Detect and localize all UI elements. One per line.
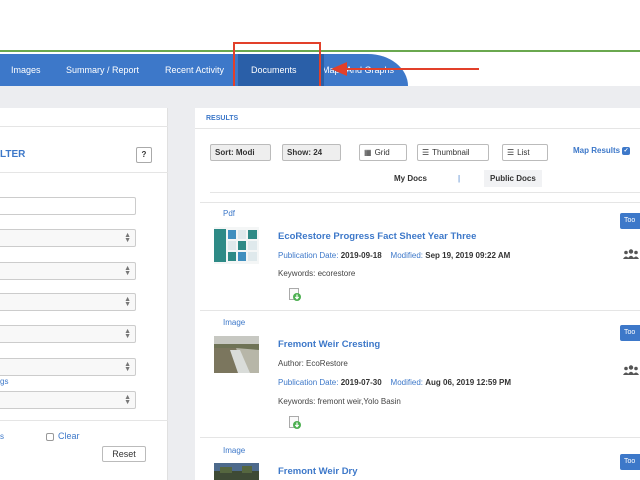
download-icon[interactable]: [289, 416, 301, 429]
grid-label: Grid: [374, 148, 390, 157]
factsheet-thumbnail-image: [214, 227, 259, 264]
result-tag-button[interactable]: Too: [620, 325, 640, 341]
result-author: Author: EcoRestore: [278, 359, 348, 368]
tab-public-docs[interactable]: Public Docs: [484, 170, 542, 187]
list-label: List: [517, 148, 530, 157]
show-select[interactable]: Show: 24: [282, 144, 341, 161]
filter-select-6[interactable]: ▲ ▼: [0, 391, 136, 409]
divider: [0, 420, 168, 421]
publication-date-label: Publication Date:: [278, 251, 339, 260]
map-results-toggle[interactable]: Map Results ✓: [573, 146, 631, 155]
filter-search-input[interactable]: [0, 197, 136, 215]
list-icon: ☰: [507, 148, 515, 157]
results-header: RESULTS: [206, 115, 239, 122]
modified-label: Modified:: [390, 378, 423, 387]
modified-label: Modified:: [390, 251, 423, 260]
divider: [0, 126, 168, 127]
filter-select-1[interactable]: ▲ ▼: [0, 229, 136, 247]
divider: [0, 172, 168, 173]
weir-dry-image: [214, 463, 259, 480]
select-arrows-icon: ▲ ▼: [124, 394, 131, 406]
result-type: Image: [223, 318, 246, 327]
clear-checkbox[interactable]: [46, 433, 54, 441]
select-arrows-icon: ▲ ▼: [124, 361, 131, 373]
filter-link[interactable]: gs: [0, 377, 8, 386]
results-panel: RESULTS Sort: Modi Show: 24 ▦ Grid ☰ Thumb…: [195, 108, 640, 480]
publication-date-value: 2019-09-18: [340, 251, 382, 260]
users-icon[interactable]: [623, 365, 639, 375]
sort-select[interactable]: Sort: Modi: [210, 144, 271, 161]
select-arrows-icon: ▲ ▼: [124, 328, 131, 340]
arrow-left-icon: [331, 62, 347, 76]
filter-panel: LTER ? ▲ ▼ ▲ ▼ ▲ ▼ ▲ ▼ ▲ ▼ gs ▲ ▼ s Clear Rese…: [0, 108, 168, 480]
reset-button[interactable]: Reset: [102, 446, 146, 462]
result-title[interactable]: Fremont Weir Cresting: [278, 339, 380, 350]
divider: [195, 128, 640, 129]
select-arrows-icon: ▲ ▼: [124, 296, 131, 308]
grid-view-button[interactable]: ▦ Grid: [359, 144, 407, 161]
select-arrows-icon: ▲ ▼: [124, 265, 131, 277]
filter-title: LTER: [0, 149, 26, 160]
tab-my-docs[interactable]: My Docs: [394, 174, 427, 183]
download-icon[interactable]: [289, 288, 301, 301]
filter-option-link[interactable]: s: [0, 432, 4, 441]
publication-date-value: 2019-07-30: [340, 378, 382, 387]
nav-item-images[interactable]: Images: [11, 54, 41, 86]
filter-select-5[interactable]: ▲ ▼: [0, 358, 136, 376]
result-keywords: Keywords: fremont weir,Yolo Basin: [278, 397, 401, 406]
filter-select-3[interactable]: ▲ ▼: [0, 293, 136, 311]
tab-separator: |: [458, 174, 461, 183]
thumbnail-label: Thumbnail: [432, 148, 470, 157]
filter-select-2[interactable]: ▲ ▼: [0, 262, 136, 280]
result-tag-button[interactable]: Too: [620, 454, 640, 470]
annotation-arrow-shaft: [345, 68, 479, 70]
result-dates: Publication Date: 2019-09-18 Modified: S…: [278, 251, 510, 260]
nav-item-summary-report[interactable]: Summary / Report: [66, 54, 139, 86]
result-type: Pdf: [223, 209, 236, 218]
select-arrows-icon: ▲ ▼: [124, 232, 131, 244]
thumbnail-view-button[interactable]: ☰ Thumbnail: [417, 144, 489, 161]
result-keywords: Keywords: ecorestore: [278, 269, 356, 278]
result-title[interactable]: EcoRestore Progress Fact Sheet Year Thre…: [278, 231, 476, 242]
nav-item-recent-activity[interactable]: Recent Activity: [165, 54, 224, 86]
result-item: Image Fremont Weir Cresting Author: EcoR…: [200, 310, 640, 434]
clear-link[interactable]: Clear: [58, 431, 80, 441]
result-item: Pdf EcoRestore Progress Fact Sheet Year …: [200, 202, 640, 308]
result-dates: Publication Date: 2019-07-30 Modified: A…: [278, 378, 511, 387]
modified-value: Sep 19, 2019 09:22 AM: [425, 251, 511, 260]
result-type: Image: [223, 446, 246, 455]
divider: [210, 192, 640, 193]
result-tag-button[interactable]: Too: [620, 213, 640, 229]
filter-select-4[interactable]: ▲ ▼: [0, 325, 136, 343]
result-title[interactable]: Fremont Weir Dry: [278, 466, 358, 477]
help-button[interactable]: ?: [136, 147, 152, 163]
modified-value: Aug 06, 2019 12:59 PM: [425, 378, 512, 387]
result-thumbnail[interactable]: [214, 463, 259, 480]
result-item: Image Fremont Weir Dry Too: [200, 437, 640, 480]
users-icon[interactable]: [623, 249, 639, 259]
checkbox-icon[interactable]: ✓: [622, 146, 631, 155]
map-results-label: Map Results: [573, 146, 621, 155]
list-view-button[interactable]: ☰ List: [502, 144, 548, 161]
weir-cresting-image: [214, 336, 259, 373]
grid-icon: ▦: [364, 148, 372, 157]
result-thumbnail[interactable]: [214, 336, 259, 373]
list-icon: ☰: [422, 148, 430, 157]
publication-date-label: Publication Date:: [278, 378, 339, 387]
result-thumbnail[interactable]: [214, 227, 259, 264]
